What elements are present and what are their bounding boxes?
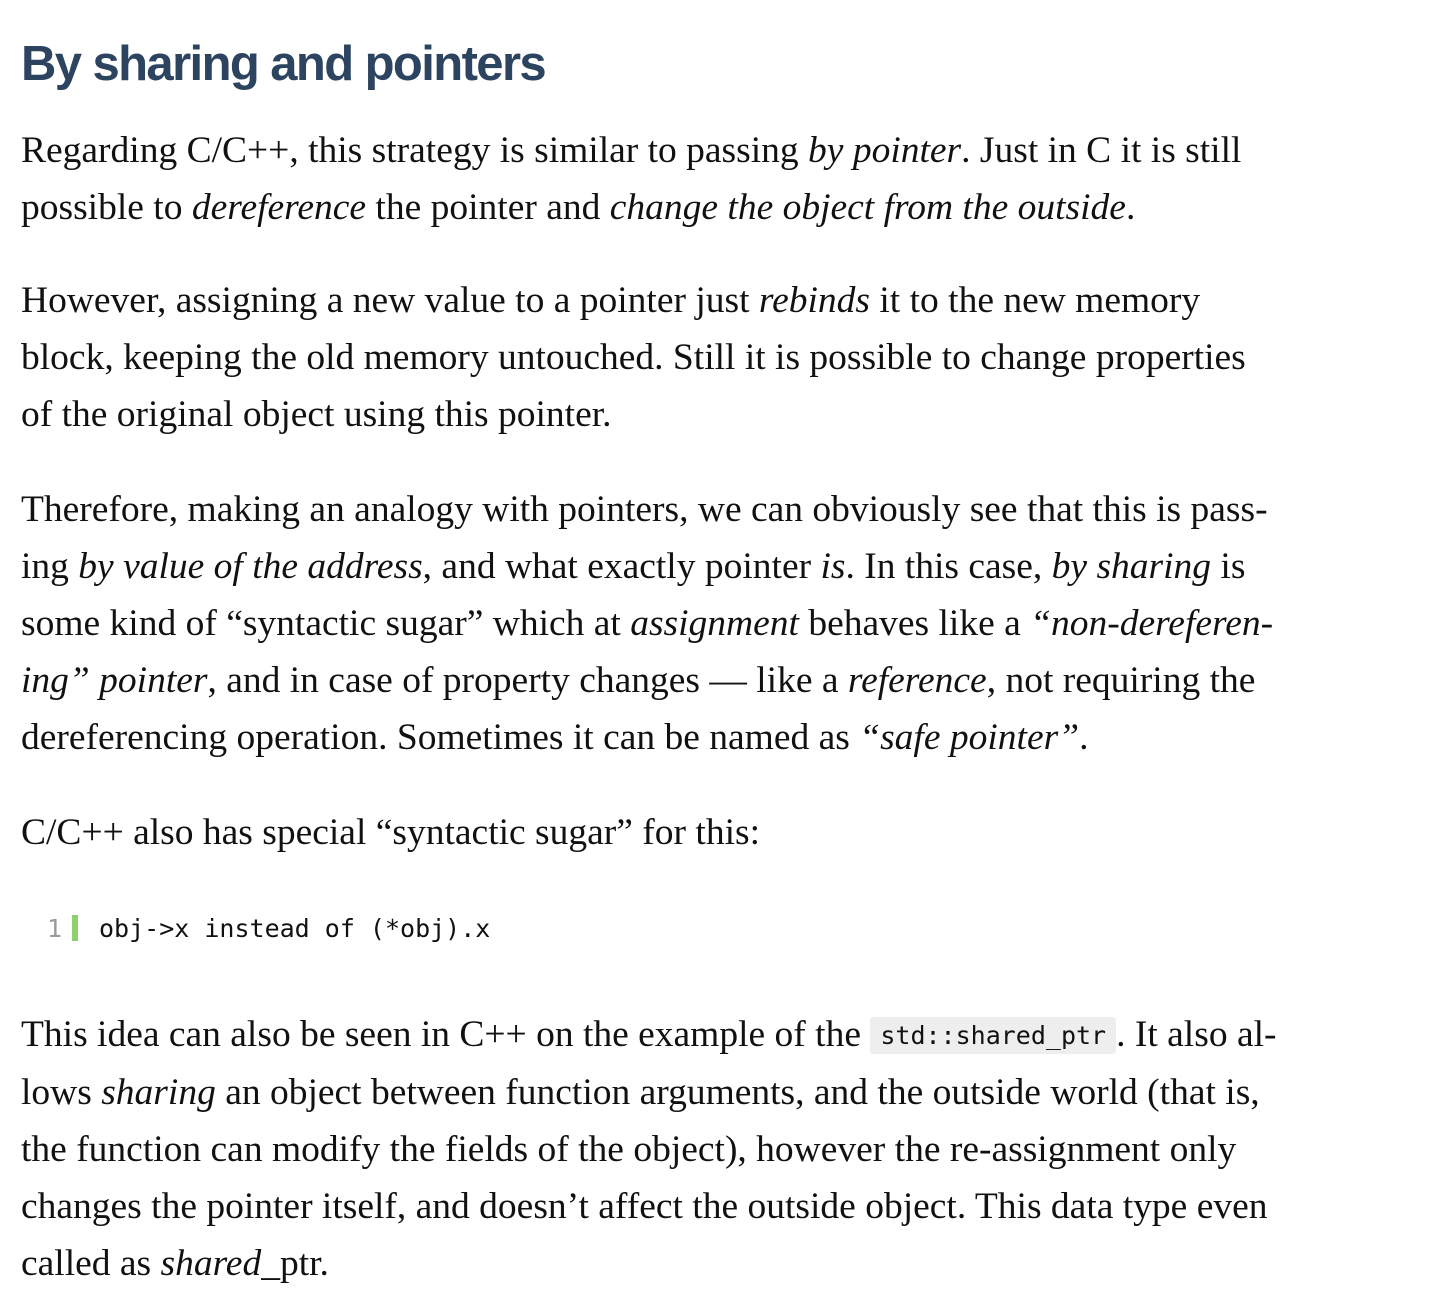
text-line: block, keeping the old memory untouched.… — [21, 337, 1246, 378]
text-line: changes the pointer itself, and doesn’t … — [21, 1186, 1268, 1227]
code-block: 1 obj->x instead of (*obj).x — [21, 903, 1431, 953]
code-line-marker — [72, 915, 78, 941]
text-line: the function can modify the fields of th… — [21, 1129, 1237, 1170]
paragraph-syntactic-sugar: C/C++ also has special “syntactic sugar”… — [21, 804, 1431, 861]
text-line: Therefore, making an analogy with pointe… — [21, 489, 1268, 530]
text-line: dereferencing operation. Sometimes it ca… — [21, 717, 1089, 758]
inline-code: std::shared_ptr — [870, 1017, 1117, 1054]
text-line: This idea can also be seen in C++ on the… — [21, 1014, 1277, 1055]
code-line: obj->x instead of (*obj).x — [99, 913, 491, 943]
text-line: However, assigning a new value to a poin… — [21, 280, 1201, 321]
text-line: possible to dereference the pointer and … — [21, 187, 1136, 228]
text-line: called as shared_ptr. — [21, 1243, 329, 1284]
code-line-number: 1 — [46, 913, 62, 943]
text-line: of the original object using this pointe… — [21, 394, 612, 435]
paragraph-pointer-comparison: Regarding C/C++, this strategy is simila… — [21, 122, 1431, 236]
paragraph-rebinding: However, assigning a new value to a poin… — [21, 272, 1431, 443]
text-line: ing by value of the address, and what ex… — [21, 546, 1246, 587]
paragraph-analogy: Therefore, making an analogy with pointe… — [21, 481, 1431, 766]
text-line: Regarding C/C++, this strategy is simila… — [21, 130, 1242, 171]
text-line: ing” pointer, and in case of property ch… — [21, 660, 1256, 701]
section-heading: By sharing and pointers — [21, 37, 547, 91]
text-line: C/C++ also has special “syntactic sugar”… — [21, 812, 760, 853]
article: By sharing and pointers Regarding C/C++,… — [0, 0, 1452, 1314]
text-line: some kind of “syntactic sugar” which at … — [21, 603, 1274, 644]
paragraph-shared-ptr: This idea can also be seen in C++ on the… — [21, 1006, 1431, 1292]
text-line: lows sharing an object between function … — [21, 1072, 1260, 1113]
